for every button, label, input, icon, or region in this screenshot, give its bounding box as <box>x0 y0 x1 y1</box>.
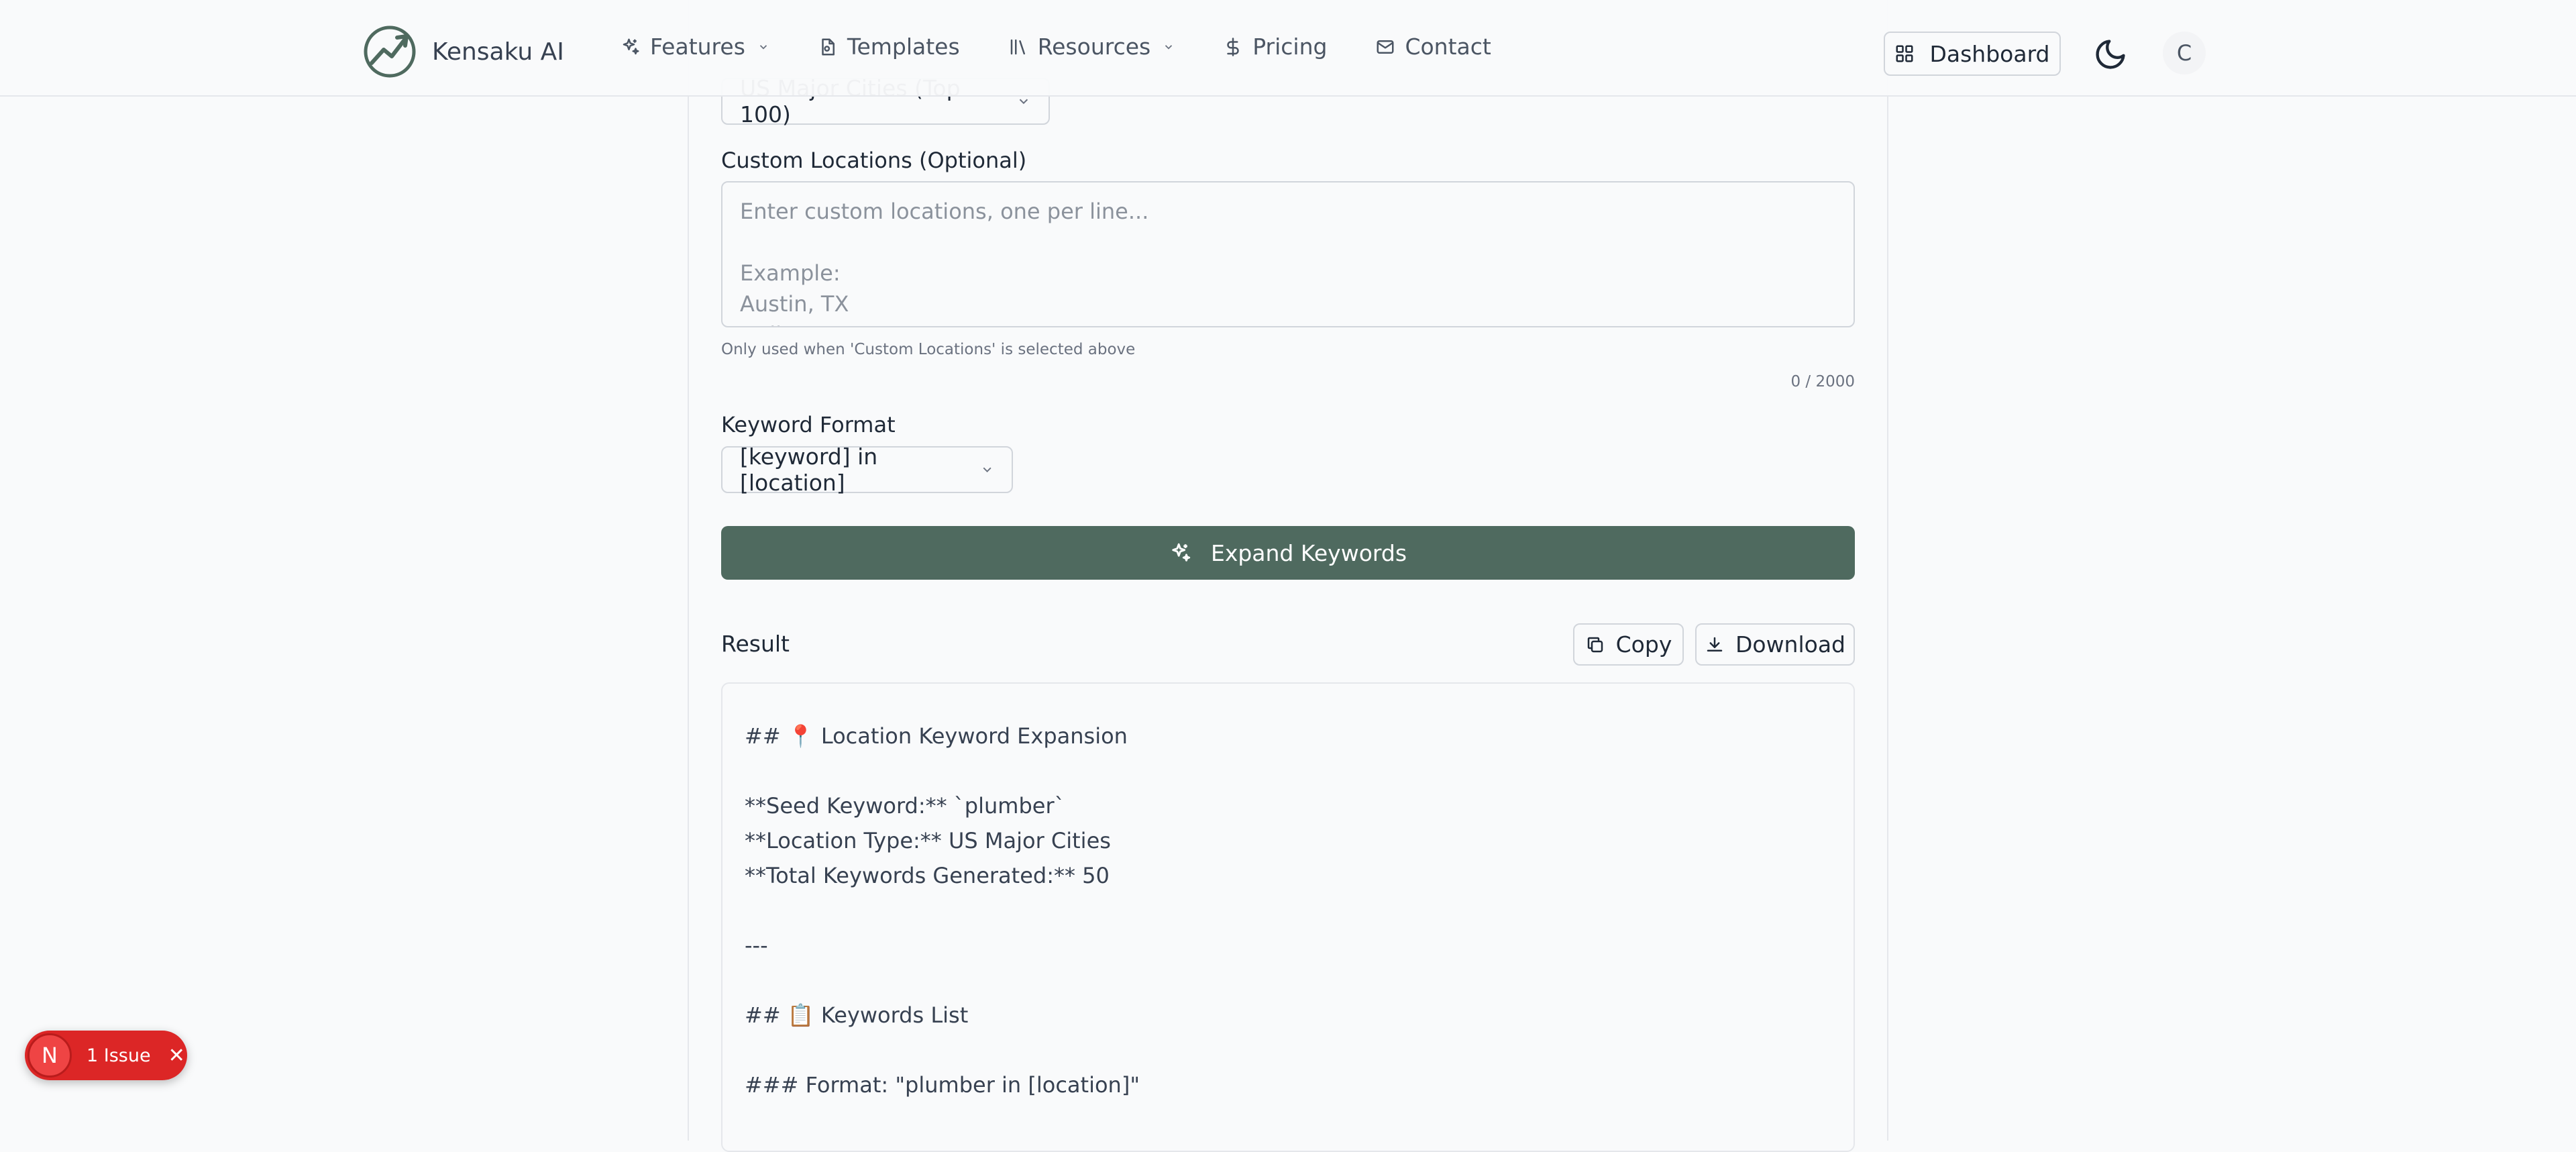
file-icon <box>822 38 835 55</box>
result-line: ### Format: "plumber in [location]" <box>745 1072 1140 1098</box>
issue-initial: N <box>42 1043 58 1068</box>
result-line: **Total Keywords Generated:** 50 <box>745 863 1110 888</box>
top-navbar: Kensaku AI Features Templates Resources <box>0 0 2576 97</box>
issue-count-text: 1 Issue <box>87 1045 151 1066</box>
chevron-down-icon <box>983 467 991 473</box>
result-line: ## 📍 Location Keyword Expansion <box>745 723 1128 749</box>
dashboard-button[interactable]: Dashboard <box>1884 32 2061 76</box>
moon-icon[interactable] <box>2093 37 2128 72</box>
sparkles-icon <box>623 38 639 54</box>
result-output: ## 📍 Location Keyword Expansion **Seed K… <box>721 682 1855 1152</box>
nav-features[interactable]: Features <box>621 34 769 60</box>
expand-keywords-label: Expand Keywords <box>1210 539 1407 566</box>
keyword-format-value: [keyword] in [location] <box>740 443 878 496</box>
result-line <box>745 753 1831 788</box>
expand-keywords-button[interactable]: Expand Keywords <box>721 526 1855 580</box>
custom-locations-textarea[interactable]: Enter custom locations, one per line... … <box>721 181 1855 327</box>
nav-resources-label: Resources <box>1037 34 1151 60</box>
result-line: **Seed Keyword:** `plumber` <box>745 793 1065 819</box>
result-line <box>745 963 1831 998</box>
brand-logo-link[interactable]: Kensaku AI <box>362 24 564 79</box>
sparkles-icon <box>1172 543 1191 562</box>
result-line <box>745 1033 1831 1067</box>
close-icon[interactable]: ✕ <box>168 1044 185 1067</box>
copy-label: Copy <box>1615 631 1672 658</box>
nav-features-label: Features <box>650 34 745 60</box>
grid-icon <box>1896 45 1913 62</box>
custom-locations-label: Custom Locations (Optional) <box>721 148 1027 173</box>
nav-pricing-label: Pricing <box>1252 34 1328 60</box>
nav-resources[interactable]: Resources <box>1008 34 1175 60</box>
result-label: Result <box>721 631 790 657</box>
dashboard-label: Dashboard <box>1929 40 2050 67</box>
issue-avatar: N <box>28 1033 72 1078</box>
copy-button[interactable]: Copy <box>1573 623 1684 666</box>
download-button[interactable]: Download <box>1695 623 1855 666</box>
custom-locations-helper: Only used when 'Custom Locations' is sel… <box>721 341 1136 358</box>
char-counter: 0 / 2000 <box>1790 373 1855 390</box>
download-label: Download <box>1735 631 1846 658</box>
nav-contact-label: Contact <box>1405 34 1491 60</box>
result-line: --- <box>745 933 768 958</box>
result-line: ## 📋 Keywords List <box>745 1002 969 1028</box>
trend-up-logo-icon <box>364 25 416 78</box>
library-icon <box>1010 39 1025 54</box>
keyword-format-select[interactable]: [keyword] in [location] <box>721 443 1013 496</box>
keyword-format-label: Keyword Format <box>721 412 896 437</box>
avatar-initial: C <box>2176 40 2192 66</box>
result-line <box>745 893 1831 928</box>
chevron-down-icon <box>1165 44 1173 50</box>
nav-contact[interactable]: Contact <box>1375 34 1491 60</box>
mail-icon <box>1377 40 1394 54</box>
issues-badge[interactable]: N 1 Issue ✕ <box>25 1031 187 1080</box>
main-nav: Features Templates Resources Pricing Con… <box>621 34 1491 60</box>
download-icon <box>1707 637 1723 651</box>
chevron-down-icon <box>759 44 767 50</box>
result-line: **Location Type:** US Major Cities <box>745 828 1111 853</box>
dollar-icon <box>1227 37 1239 56</box>
copy-icon <box>1587 637 1603 652</box>
nav-templates-label: Templates <box>847 34 960 60</box>
nav-pricing[interactable]: Pricing <box>1223 34 1327 60</box>
brand-name: Kensaku AI <box>432 38 564 66</box>
user-avatar[interactable]: C <box>2163 32 2206 74</box>
nav-templates[interactable]: Templates <box>818 34 960 60</box>
